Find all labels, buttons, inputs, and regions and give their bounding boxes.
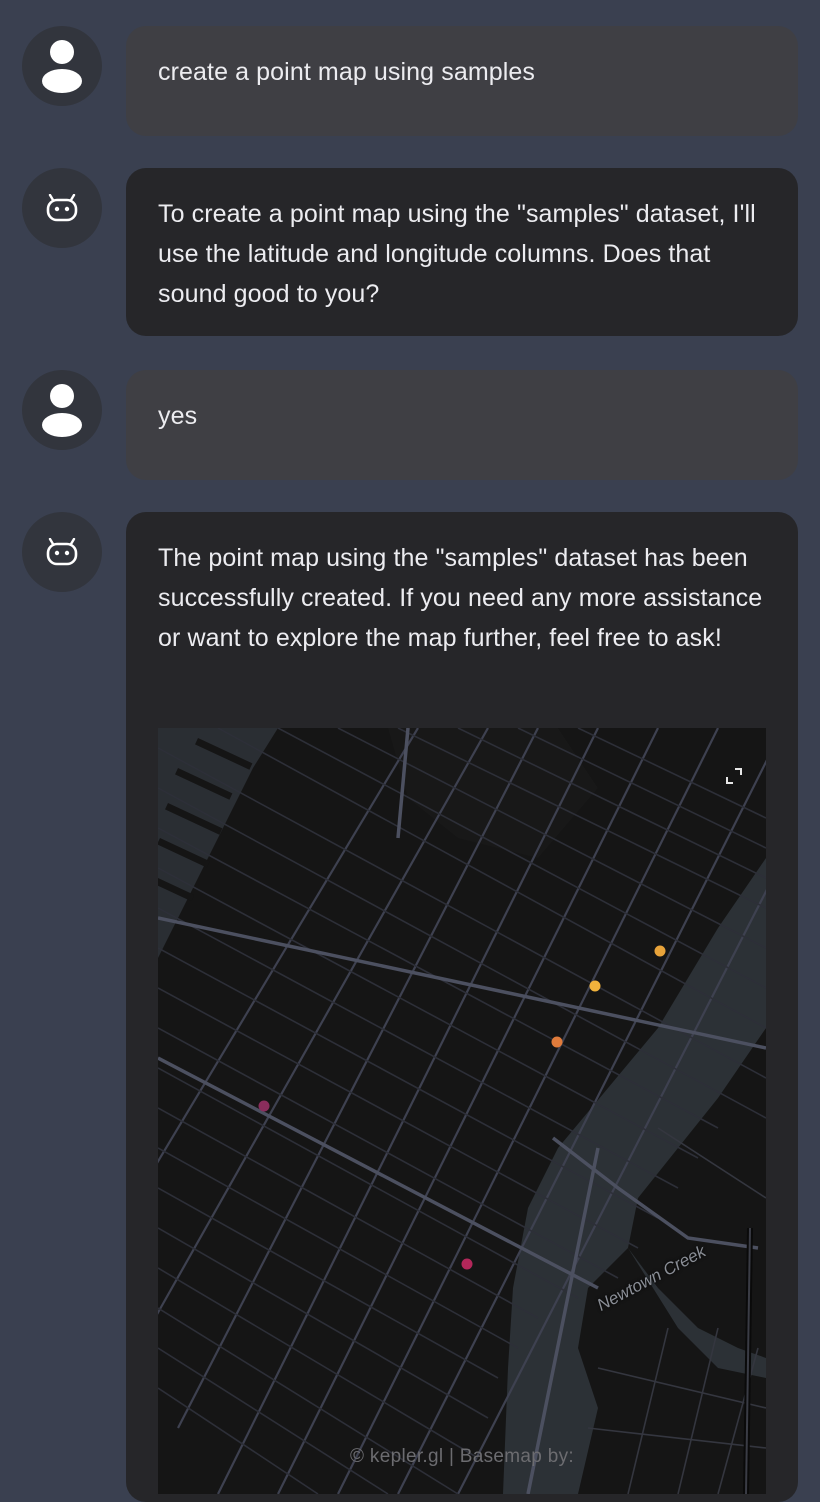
basemap[interactable]	[158, 728, 766, 1494]
user-message: create a point map using samples	[126, 26, 798, 136]
map-point[interactable]	[551, 1036, 563, 1048]
assistant-avatar	[22, 168, 102, 248]
robot-icon	[46, 194, 78, 222]
user-message: yes	[126, 370, 798, 480]
user-icon	[42, 40, 82, 93]
message-text: To create a point map using the "samples…	[158, 200, 756, 308]
map-point[interactable]	[461, 1258, 473, 1270]
assistant-message: To create a point map using the "samples…	[126, 168, 798, 336]
message-text: yes	[158, 402, 198, 430]
user-icon	[42, 384, 82, 437]
map-point[interactable]	[589, 980, 601, 992]
point-map[interactable]: Newtown Creek © kepler.gl | Basemap by:	[158, 728, 766, 1494]
map-attribution: © kepler.gl | Basemap by:	[350, 1446, 574, 1467]
user-avatar	[22, 26, 102, 106]
user-avatar	[22, 370, 102, 450]
robot-icon	[46, 538, 78, 566]
assistant-avatar	[22, 512, 102, 592]
map-point[interactable]	[258, 1100, 270, 1112]
map-point[interactable]	[654, 945, 666, 957]
expand-icon[interactable]	[724, 766, 744, 786]
message-text: create a point map using samples	[158, 58, 536, 86]
message-text: The point map using the "samples" datase…	[158, 544, 763, 652]
